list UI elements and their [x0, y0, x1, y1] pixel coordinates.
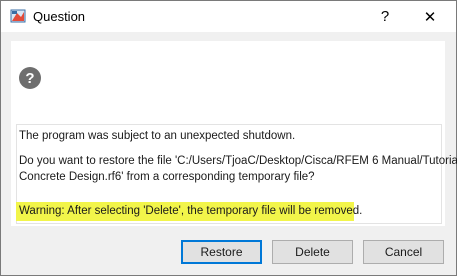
help-button[interactable]: ?: [363, 1, 407, 32]
rfem-app-icon: [10, 9, 26, 23]
dialog-content: ? The program was subject to an unexpect…: [11, 41, 457, 226]
dialog-window: Question ? ✕ ? The program was subject t…: [0, 0, 457, 276]
message-restore-question-line2: Concrete Design.rf6' from a correspondin…: [19, 171, 315, 183]
title-bar[interactable]: Question ? ✕: [1, 1, 456, 32]
delete-button[interactable]: Delete: [272, 240, 353, 264]
window-title: Question: [33, 9, 86, 24]
message-shutdown: The program was subject to an unexpected…: [19, 130, 296, 142]
warning-message: Warning: After selecting 'Delete', the t…: [16, 202, 362, 221]
restore-button[interactable]: Restore: [181, 240, 262, 264]
message-box: The program was subject to an unexpected…: [16, 124, 457, 224]
message-restore-question-line1: Do you want to restore the file 'C:/User…: [19, 155, 457, 167]
close-button[interactable]: ✕: [408, 1, 452, 32]
question-icon: ?: [19, 67, 41, 89]
cancel-button[interactable]: Cancel: [363, 240, 444, 264]
